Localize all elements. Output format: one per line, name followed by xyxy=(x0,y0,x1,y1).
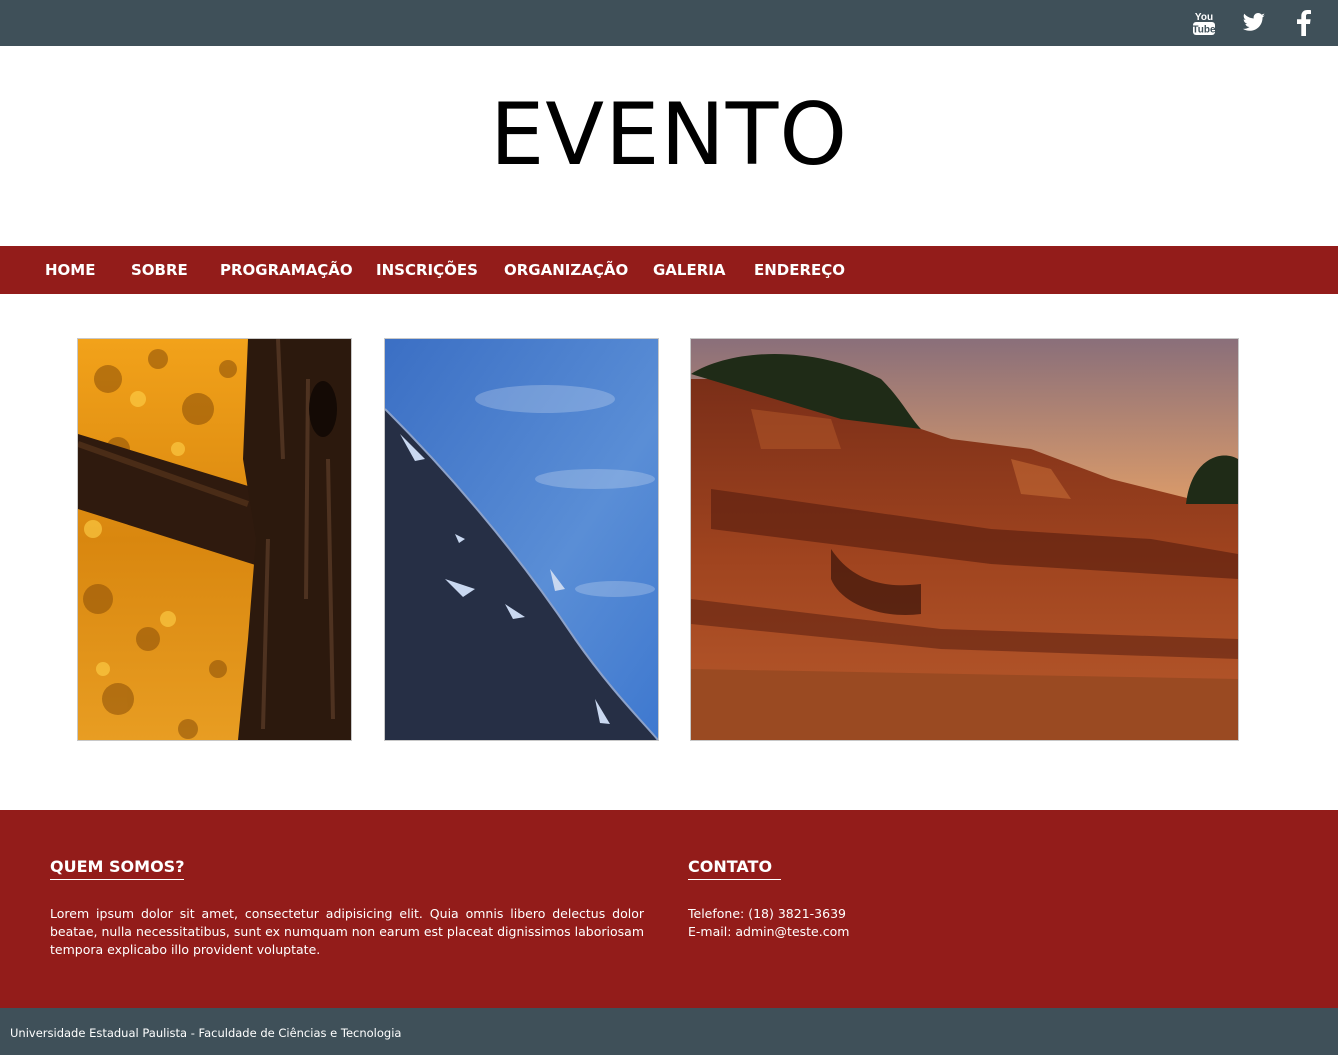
main-navigation: HOME SOBRE PROGRAMAÇÃO INSCRIÇÕES ORGANI… xyxy=(0,246,1338,294)
youtube-you-text: You xyxy=(1195,12,1213,23)
about-text: Lorem ipsum dolor sit amet, consectetur … xyxy=(50,906,644,957)
footer: QUEM SOMOS? Lorem ipsum dolor sit amet, … xyxy=(0,810,1338,1008)
top-bar: You Tube xyxy=(0,0,1338,46)
copyright-text: Universidade Estadual Paulista - Faculda… xyxy=(10,1026,402,1040)
site-title: EVENTO xyxy=(489,85,849,185)
nav-item-programacao[interactable]: PROGRAMAÇÃO xyxy=(220,246,353,294)
nav-item-home[interactable]: HOME xyxy=(45,246,95,294)
red-rock-canyon-photo[interactable] xyxy=(690,338,1239,741)
nav-item-inscricoes[interactable]: INSCRIÇÕES xyxy=(376,246,478,294)
nav-item-galeria[interactable]: GALERIA xyxy=(653,246,725,294)
autumn-tree-photo[interactable] xyxy=(77,338,352,741)
twitter-icon[interactable] xyxy=(1239,8,1269,38)
site-header: EVENTO xyxy=(0,46,1338,246)
about-heading: QUEM SOMOS? xyxy=(50,857,184,880)
svg-text:Tube: Tube xyxy=(1192,25,1216,36)
nav-item-organizacao[interactable]: ORGANIZAÇÃO xyxy=(504,246,628,294)
facebook-icon[interactable] xyxy=(1289,8,1319,38)
contact-email: E-mail: admin@teste.com xyxy=(688,924,850,939)
youtube-icon[interactable]: You Tube xyxy=(1189,8,1219,38)
contact-phone: Telefone: (18) 3821-3639 xyxy=(688,906,846,921)
nav-item-sobre[interactable]: SOBRE xyxy=(131,246,188,294)
bottom-bar: Universidade Estadual Paulista - Faculda… xyxy=(0,1008,1338,1055)
rock-and-sky-photo[interactable] xyxy=(384,338,659,741)
contact-heading: CONTATO xyxy=(688,857,781,880)
nav-item-endereco[interactable]: ENDEREÇO xyxy=(754,246,845,294)
